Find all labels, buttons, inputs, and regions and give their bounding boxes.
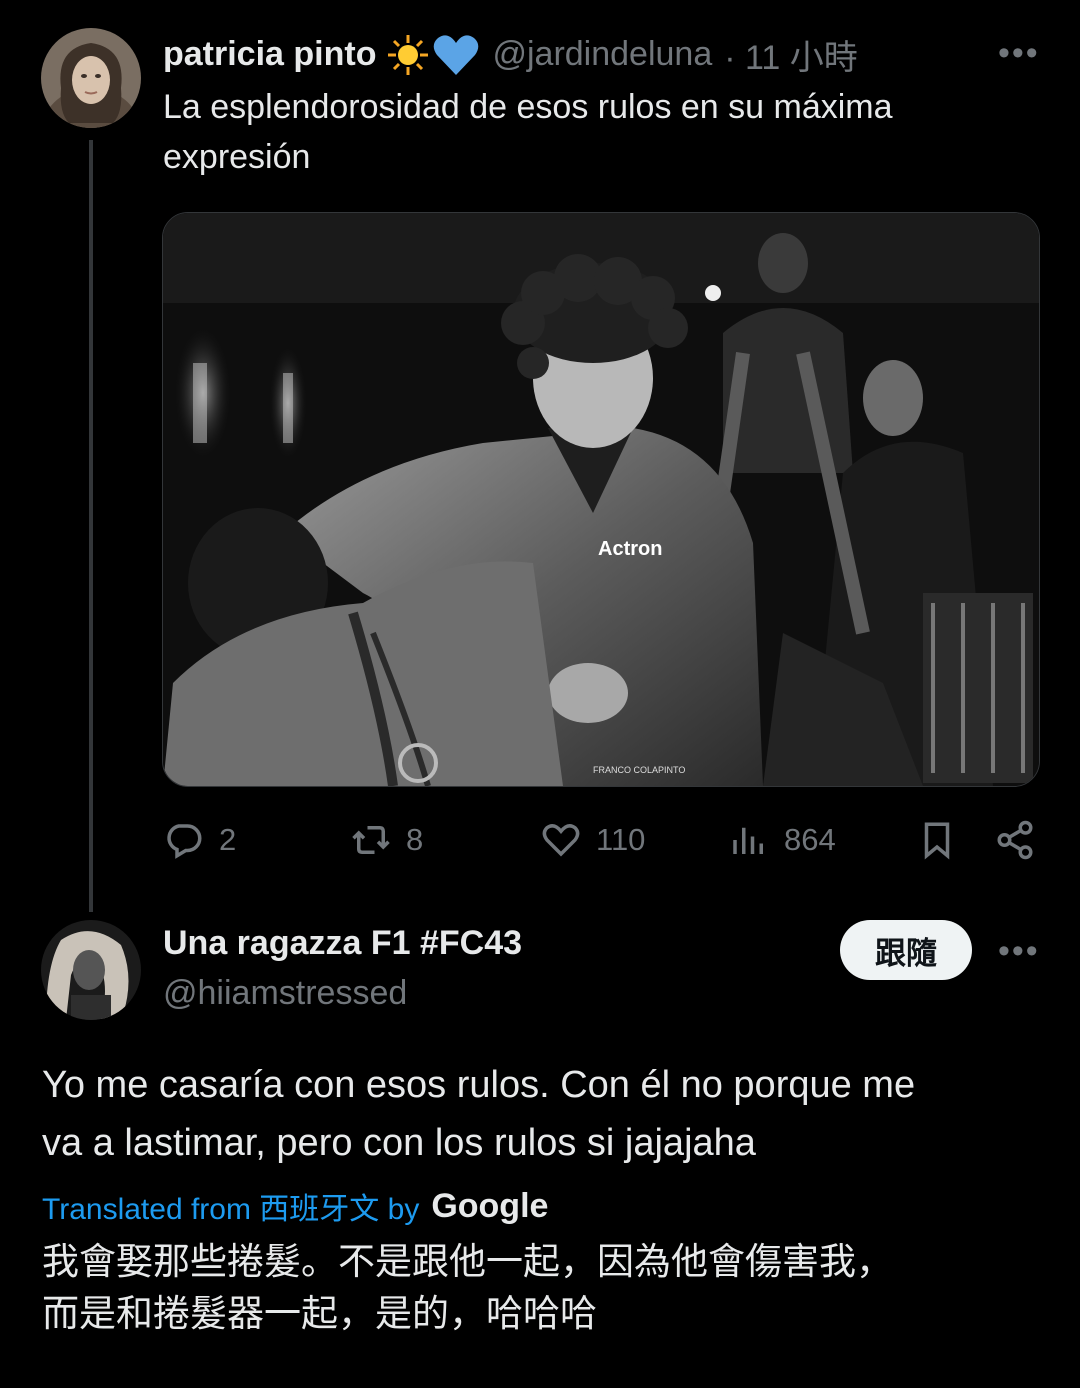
more-options-button[interactable]: ••• xyxy=(998,34,1040,73)
translation-text: 我會娶那些捲髮。不是跟他一起，因為他會傷害我， 而是和捲髮器一起，是的，哈哈哈 xyxy=(42,1236,893,1340)
repost-button[interactable]: 8 xyxy=(350,819,423,861)
views-button[interactable]: 864 xyxy=(728,819,836,861)
translation-line: 我會娶那些捲髮。不是跟他一起，因為他會傷害我， xyxy=(42,1240,893,1283)
suit-name-text: FRANCO COLAPINTO xyxy=(593,765,685,775)
like-count: 110 xyxy=(596,822,646,857)
view-count: 864 xyxy=(784,822,836,857)
repost-icon xyxy=(352,826,390,854)
translation-attribution: Translated from 西班牙文 by Google xyxy=(42,1184,548,1228)
repost-count: 8 xyxy=(406,822,424,857)
translation-line: 而是和捲髮器一起，是的，哈哈哈 xyxy=(42,1292,597,1335)
reply-text: Yo me casaría con esos rulos. Con él no … xyxy=(42,1056,915,1172)
thread-line xyxy=(89,140,93,912)
share-icon xyxy=(997,820,1033,860)
tweet-time[interactable]: · 11 小時 xyxy=(724,30,858,79)
reply-text-line: va a lastimar, pero con los rulos si jaj… xyxy=(42,1122,756,1164)
tweet-text: La esplendorosidad de esos rulos en su m… xyxy=(163,82,893,182)
google-logo: Google xyxy=(431,1186,549,1225)
heart-icon xyxy=(542,824,580,857)
tweet-photo[interactable]: Actron FRANCO COLAPINTO xyxy=(162,212,1040,787)
bookmark-icon xyxy=(924,822,950,860)
analytics-icon xyxy=(733,827,763,854)
translated-from-link[interactable]: Translated from 西班牙文 by xyxy=(42,1184,419,1228)
reply-author-name[interactable]: Una ragazza F1 #FC43 xyxy=(163,924,522,963)
reply-author-handle[interactable]: @hiiamstressed xyxy=(163,974,407,1013)
avatar[interactable] xyxy=(41,28,141,128)
more-options-button[interactable]: ••• xyxy=(998,932,1040,971)
reply-icon xyxy=(167,824,202,859)
suit-brand-text: Actron xyxy=(598,538,662,560)
follow-button[interactable]: 跟隨 xyxy=(840,920,972,980)
sun-emoji-icon xyxy=(386,33,430,77)
reply-count: 2 xyxy=(219,822,237,857)
avatar[interactable] xyxy=(41,920,141,1020)
like-button[interactable]: 110 xyxy=(540,819,645,861)
reply-text-line: Yo me casaría con esos rulos. Con él no … xyxy=(42,1064,916,1106)
author-handle[interactable]: @jardindeluna xyxy=(492,35,712,74)
reply-button[interactable]: 2 xyxy=(163,819,236,861)
author-name[interactable]: patricia pinto xyxy=(163,35,376,74)
tweet-text-line: expresión xyxy=(163,138,311,176)
bookmark-button[interactable] xyxy=(916,819,958,861)
tweet-header: patricia pinto @jardindeluna · 11 小時 xyxy=(163,30,858,79)
blue-heart-icon xyxy=(432,33,480,77)
tweet-text-line: La esplendorosidad de esos rulos en su m… xyxy=(163,88,893,126)
share-button[interactable] xyxy=(994,819,1036,861)
